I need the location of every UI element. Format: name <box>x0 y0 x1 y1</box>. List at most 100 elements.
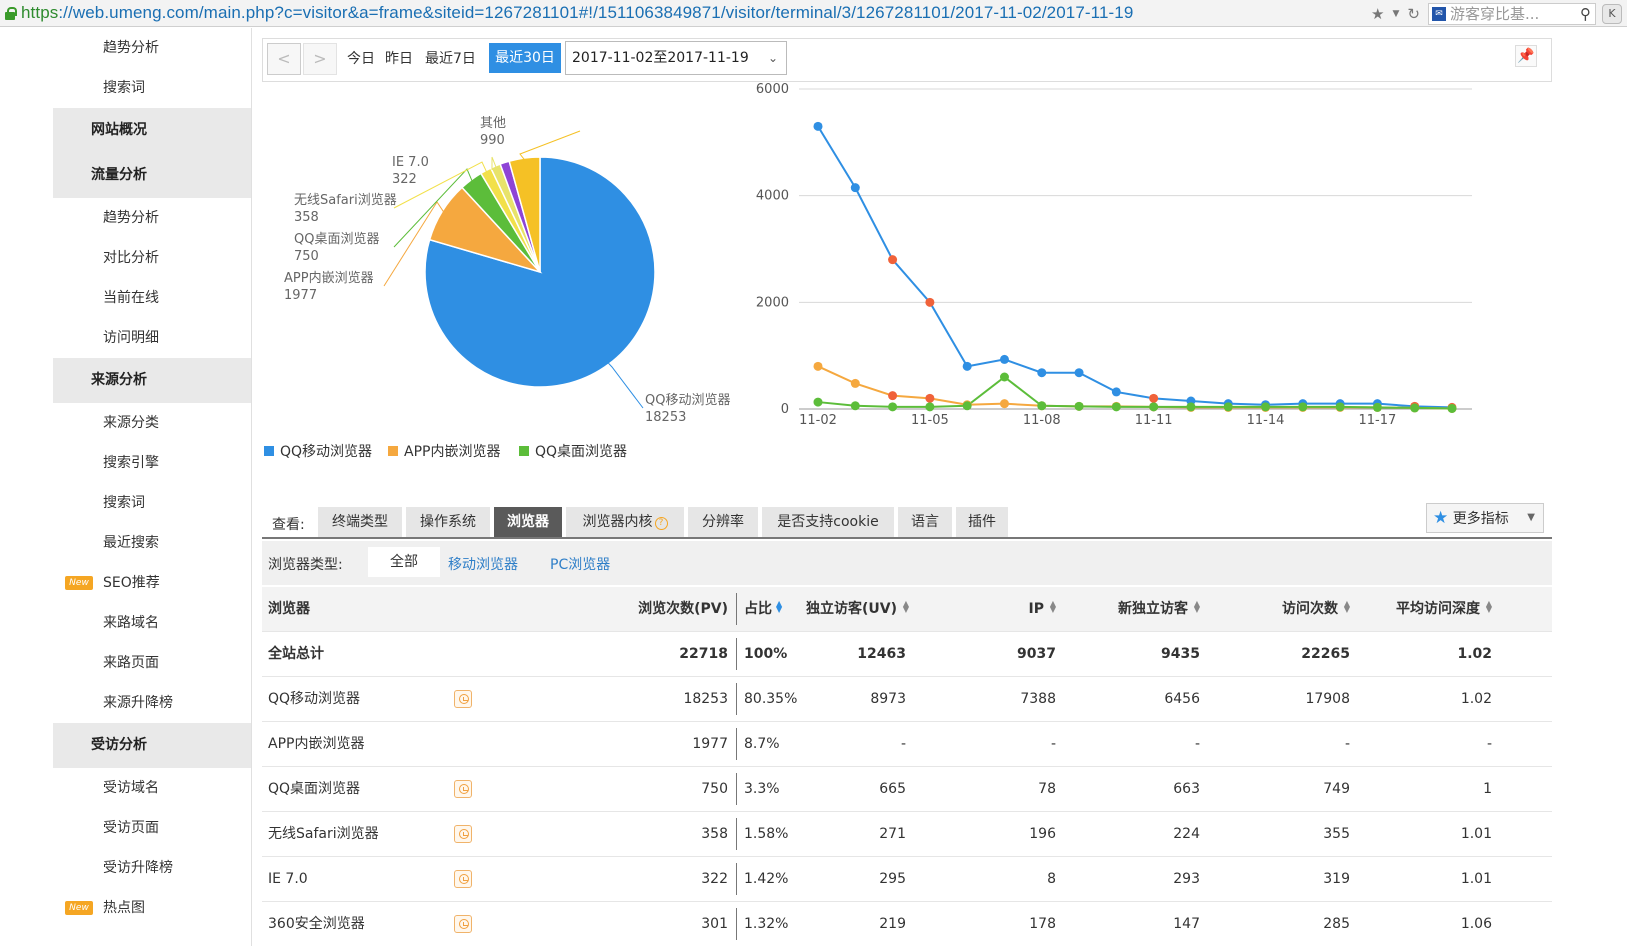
prev-button[interactable]: < <box>267 43 301 75</box>
sidebar-item[interactable]: 趋势分析 <box>53 198 251 238</box>
filter-mobile[interactable]: 移动浏览器 <box>448 554 518 574</box>
data-point <box>925 402 935 412</box>
column-header[interactable]: 新独立访客 ▲ ▼ <box>1062 587 1200 632</box>
help-icon[interactable]: ? <box>654 517 668 530</box>
cell-text: 147 <box>1173 916 1200 932</box>
trend-icon[interactable] <box>454 915 472 933</box>
cell-text: 9435 <box>1161 646 1200 662</box>
sidebar-section-head[interactable]: 来源分析 <box>53 358 251 403</box>
extension-icon[interactable]: K <box>1602 3 1622 24</box>
tab[interactable]: 语言 <box>898 507 952 537</box>
view-label: 查看: <box>272 517 305 533</box>
tab[interactable]: 是否支持cookie <box>762 507 894 537</box>
column-header[interactable]: 独立访客(UV) ▲ ▼ <box>806 587 909 632</box>
sidebar-item[interactable]: 搜索词 <box>53 68 251 108</box>
column-header[interactable]: IP ▲ ▼ <box>922 587 1056 632</box>
today-link[interactable]: 今日 <box>347 48 375 68</box>
sidebar-item[interactable]: 来路页面 <box>53 643 251 683</box>
sort-icon[interactable]: ▲ ▼ <box>1484 600 1492 614</box>
sidebar-section-head[interactable]: 受访分析 <box>53 723 251 768</box>
sidebar-item[interactable]: 搜索引擎 <box>53 443 251 483</box>
browser-address-bar[interactable]: https://web.umeng.com/main.php?c=visitor… <box>0 0 1627 27</box>
cell-text: 750 <box>701 781 728 797</box>
column-header[interactable]: 访问次数 ▲ ▼ <box>1212 587 1350 632</box>
url-text[interactable]: https://web.umeng.com/main.php?c=visitor… <box>21 3 1133 23</box>
chevron-down-icon[interactable]: ▼ <box>1393 9 1400 19</box>
sidebar-item[interactable]: 来源分类 <box>53 403 251 443</box>
sidebar-item[interactable]: 搜索词 <box>53 483 251 523</box>
sidebar-item-label: 来源升降榜 <box>103 695 173 711</box>
table-cell: 22718 <box>492 632 728 677</box>
tab[interactable]: 插件 <box>956 507 1008 537</box>
tab-label: 分辨率 <box>702 514 744 530</box>
data-point <box>1111 402 1121 412</box>
date-toolbar: < > 今日 昨日 最近7日 最近30日 2017-11-02至2017-11-… <box>262 38 1552 82</box>
column-header[interactable]: 占比 ▲ ▼ <box>744 587 804 632</box>
cell-text: 7388 <box>1020 691 1056 707</box>
refresh-icon[interactable]: ↻ <box>1407 5 1420 23</box>
y-tick-label: 2000 <box>756 295 789 310</box>
sidebar-item[interactable]: New SEO推荐 <box>53 563 251 603</box>
yesterday-link[interactable]: 昨日 <box>385 48 413 68</box>
data-point <box>888 255 898 265</box>
cell-text: 295 <box>879 871 906 887</box>
star-icon[interactable]: ★ <box>1371 5 1384 23</box>
trend-icon[interactable] <box>454 780 472 798</box>
search-icon[interactable]: ⚲ <box>1580 5 1591 23</box>
trend-icon[interactable] <box>454 690 472 708</box>
sort-icon[interactable]: ▲ ▼ <box>776 600 784 614</box>
tab[interactable]: 操作系统 <box>406 507 490 537</box>
sidebar-item[interactable]: 来路域名 <box>53 603 251 643</box>
last30-button[interactable]: 最近30日 <box>489 43 561 73</box>
sidebar-item[interactable]: 最近搜索 <box>53 523 251 563</box>
filter-pc[interactable]: PC浏览器 <box>550 554 610 574</box>
sidebar-item[interactable]: 趋势分析 <box>53 28 251 68</box>
data-point <box>1149 393 1159 403</box>
sidebar-item[interactable]: 来源升降榜 <box>53 683 251 723</box>
sort-icon[interactable]: ▲ ▼ <box>1342 600 1350 614</box>
tab[interactable]: 浏览器 <box>494 507 562 537</box>
column-header[interactable]: 平均访问深度 ▲ ▼ <box>1356 587 1492 632</box>
cell-text: IP <box>1028 601 1044 617</box>
sidebar-section-head[interactable]: 流量分析 <box>53 153 251 198</box>
data-point <box>925 297 935 307</box>
cell-text: 8.7% <box>744 736 780 752</box>
trend-icon[interactable] <box>454 825 472 843</box>
tab-label: 插件 <box>968 514 996 530</box>
sidebar-item[interactable]: 受访页面 <box>53 808 251 848</box>
table-header-row: 浏览器 浏览次数(PV) 占比 ▲ ▼ 独立访客(UV) ▲ ▼ IP ▲ ▼ 新独立访客 ▲ ▼ 访问次数… <box>262 587 1552 632</box>
sidebar-section-head[interactable]: 网站概况 <box>53 108 251 153</box>
filter-all[interactable]: 全部 <box>368 547 440 577</box>
tab[interactable]: 浏览器内核? <box>566 507 684 537</box>
table-cell: 1977 <box>492 722 728 767</box>
table-cell: 1.32% <box>744 902 804 946</box>
last7-link[interactable]: 最近7日 <box>425 48 476 68</box>
table-cell: 1.02 <box>1356 632 1492 677</box>
pie-value-label: 358 <box>294 210 319 225</box>
date-range-select[interactable]: 2017-11-02至2017-11-19 ⌄ <box>565 41 787 75</box>
sort-icon[interactable]: ▲ ▼ <box>1192 600 1200 614</box>
sidebar-item[interactable]: 受访升降榜 <box>53 848 251 888</box>
sidebar-item[interactable]: 受访域名 <box>53 768 251 808</box>
sidebar-item-label: SEO推荐 <box>103 575 160 591</box>
pie-label: QQ桌面浏览器 <box>294 231 379 247</box>
sidebar-item[interactable]: New 热点图 <box>53 888 251 928</box>
table-cell: - <box>1212 722 1350 767</box>
sort-icon[interactable]: ▲ ▼ <box>901 600 909 614</box>
sidebar-item[interactable]: 对比分析 <box>53 238 251 278</box>
sidebar-item[interactable]: 当前在线 <box>53 278 251 318</box>
sort-icon[interactable]: ▲ ▼ <box>1048 600 1056 614</box>
tab[interactable]: 分辨率 <box>688 507 758 537</box>
series-line <box>817 365 1453 410</box>
data-point <box>1335 402 1345 412</box>
tab[interactable]: 终端类型 <box>318 507 402 537</box>
more-metrics-button[interactable]: ★ 更多指标 ▼ <box>1426 503 1544 533</box>
browser-search-box[interactable]: ✉ 游客穿比基... ⚲ <box>1428 2 1596 25</box>
table-cell: 196 <box>922 812 1056 857</box>
sidebar-item[interactable]: 访问明细 <box>53 318 251 358</box>
trend-icon[interactable] <box>454 870 472 888</box>
pin-icon[interactable]: 📌 <box>1515 45 1537 67</box>
cell-text: 1977 <box>692 736 728 752</box>
table-cell: 271 <box>806 812 906 857</box>
next-button[interactable]: > <box>303 43 337 75</box>
